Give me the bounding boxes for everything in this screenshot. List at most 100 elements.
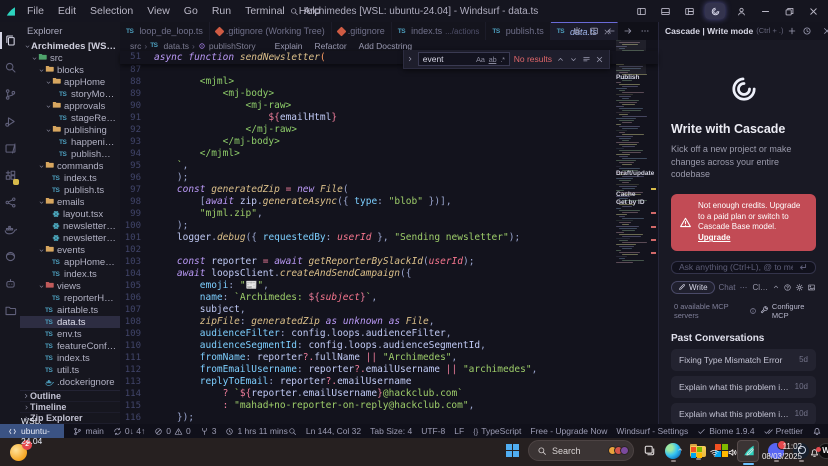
split-icon[interactable] (589, 26, 599, 36)
activity-browser-preview[interactable] (0, 243, 20, 270)
breadcrumb-item[interactable]: src (130, 41, 141, 51)
activity-ai-assistant[interactable] (0, 270, 20, 297)
volume-icon[interactable] (727, 447, 738, 458)
start-button-icon[interactable] (506, 444, 519, 457)
codelens-refactor[interactable]: Refactor (315, 41, 347, 51)
configure-mcp-button[interactable]: Configure MCP (760, 302, 816, 320)
tree-item--dockerignore[interactable]: .dockerignore (20, 376, 120, 388)
windsurf-settings[interactable]: Windsurf - Settings (616, 426, 688, 436)
tab-size[interactable]: Tab Size: 4 (370, 426, 412, 436)
breadcrumb-item[interactable]: data.ts (164, 41, 190, 51)
tree-item-apphomeope-[interactable]: TSappHomeOpe... (20, 256, 120, 268)
tree-item-emails[interactable]: emails (20, 196, 120, 208)
wifi-icon[interactable] (709, 447, 720, 458)
remote-indicator[interactable]: WSL: ubuntu-24.04 (0, 424, 64, 438)
tree-item-publishing[interactable]: publishing (20, 124, 120, 136)
tree-item-stagerequest-[interactable]: TSstageRequest... (20, 112, 120, 124)
find-input[interactable]: event Aa ab .* (418, 52, 510, 66)
tree-item-approvals[interactable]: approvals (20, 100, 120, 112)
find-prev-icon[interactable] (556, 55, 565, 64)
start-button[interactable] (506, 444, 519, 460)
zoom-indicator[interactable] (288, 427, 297, 436)
menu-terminal[interactable]: Terminal (238, 5, 292, 17)
tree-item-storymodal-ts[interactable]: TSstoryModal.ts (20, 88, 120, 100)
minimap[interactable]: PublishDraft/updateCacheGet by ID (616, 40, 646, 322)
image-icon[interactable] (807, 283, 816, 292)
tree-item-index-ts[interactable]: TSindex.ts (20, 172, 120, 184)
activity-docker[interactable] (0, 216, 20, 243)
tree-item-views[interactable]: views (20, 280, 120, 292)
settings-icon[interactable] (795, 283, 804, 292)
notifications-bell[interactable] (812, 426, 822, 436)
new-conversation-icon[interactable] (787, 26, 797, 36)
chat-mode-button[interactable]: Chat (719, 283, 736, 292)
cascade-input[interactable]: Ask anything (Ctrl+L), @ to mention co (671, 261, 816, 274)
task-view-icon[interactable] (643, 444, 656, 457)
tree-item-publishmodal-[interactable]: TSpublishModal... (20, 148, 120, 160)
tree-item-data-ts[interactable]: TSdata.ts (20, 316, 120, 328)
find-close-icon[interactable] (595, 55, 604, 64)
notification-bell-icon[interactable] (809, 447, 820, 458)
tree-item-index-ts[interactable]: TSindex.ts (20, 268, 120, 280)
tree-item-reporterhome-ts[interactable]: TSreporterHome.ts (20, 292, 120, 304)
model-selector[interactable]: Claude 3.7 So... (752, 283, 816, 292)
cascade-toggle-icon[interactable] (705, 3, 725, 19)
codelens-explain[interactable]: Explain (275, 41, 303, 51)
conversation-item[interactable]: Fixing Type Mismatch Error5d (671, 349, 816, 371)
taskbar-search[interactable]: Search (528, 440, 634, 461)
write-mode-button[interactable]: Write (671, 281, 715, 294)
toggle-sidebar-icon[interactable] (630, 1, 652, 21)
menu-file[interactable]: File (20, 5, 51, 17)
activity-project-manager[interactable] (0, 297, 20, 324)
find-in-selection-icon[interactable] (582, 55, 591, 64)
tree-item-layout-tsx[interactable]: layout.tsx (20, 208, 120, 220)
activity-search[interactable] (0, 54, 20, 81)
tab--gitignore[interactable]: .gitignore (332, 22, 392, 40)
clock[interactable]: 11:02 08/03/2025 (762, 442, 802, 462)
tree-item-newsletteremai-[interactable]: newsletterEmai... (20, 220, 120, 232)
eol[interactable]: LF (454, 426, 464, 436)
customize-layout-icon[interactable] (678, 1, 700, 21)
task-view-button[interactable] (643, 444, 656, 460)
gear-icon[interactable] (572, 26, 582, 36)
tree-item-src[interactable]: src (20, 52, 120, 64)
tree-item-events[interactable]: events (20, 244, 120, 256)
activity-run-and-debug[interactable] (0, 108, 20, 135)
code-area[interactable]: 8788 <mjml>89 <mj-body>90 <mj-raw>91 ${e… (120, 64, 658, 424)
restore-icon[interactable] (778, 1, 800, 21)
tree-item-happeningsm-[interactable]: TShappeningsM... (20, 136, 120, 148)
encoding[interactable]: UTF-8 (421, 426, 445, 436)
activity-org-chart[interactable] (0, 189, 20, 216)
tab--gitignore-working-tree-[interactable]: .gitignore (Working Tree) (210, 22, 332, 40)
cursor-position[interactable]: Ln 144, Col 32 (306, 426, 361, 436)
tree-item-newsletteremai-[interactable]: newsletterEmai... (20, 232, 120, 244)
find-collapse-icon[interactable] (406, 55, 414, 63)
tree-item-featureconfig-ts[interactable]: TSfeatureConfig.ts (20, 340, 120, 352)
sync-indicator[interactable]: 0↓ 4↑ (113, 426, 145, 436)
mode-more-icon[interactable] (739, 283, 748, 292)
arrow-left-icon[interactable] (606, 26, 616, 36)
conversation-item[interactable]: Explain what this problem is and h...10d (671, 376, 816, 398)
tree-item-util-ts[interactable]: TSutil.ts (20, 364, 120, 376)
tree-item-archimedes-wsl-ubunt-[interactable]: Archimedes [WSL: ubunt... (20, 40, 120, 52)
whole-word-icon[interactable]: ab (489, 55, 497, 64)
taskbar-search-pill[interactable]: Search (528, 440, 634, 464)
close-icon[interactable] (802, 1, 824, 21)
section-timeline[interactable]: Timeline (20, 402, 120, 413)
taskbar-widgets[interactable]: 2 (10, 444, 27, 461)
breadcrumb-item[interactable]: publishStory (209, 41, 256, 51)
tree-item-apphome[interactable]: appHome (20, 76, 120, 88)
match-case-icon[interactable]: Aa (476, 55, 485, 64)
ports-indicator[interactable]: 3 (200, 426, 217, 436)
tray-expand-icon[interactable]: ⌃ (676, 447, 684, 458)
tree-item-publish-ts[interactable]: TSpublish.ts (20, 184, 120, 196)
help-icon[interactable] (783, 283, 792, 292)
find-next-icon[interactable] (569, 55, 578, 64)
branch-indicator[interactable]: main (73, 426, 103, 436)
plan-upgrade[interactable]: Free - Upgrade Now (530, 426, 607, 436)
pen-icon[interactable] (745, 447, 755, 457)
section-outline[interactable]: Outline (20, 391, 120, 402)
close-panel-icon[interactable] (822, 26, 828, 36)
codelens-add-docstring[interactable]: Add Docstring (359, 41, 412, 51)
tree-item-airtable-ts[interactable]: TSairtable.ts (20, 304, 120, 316)
